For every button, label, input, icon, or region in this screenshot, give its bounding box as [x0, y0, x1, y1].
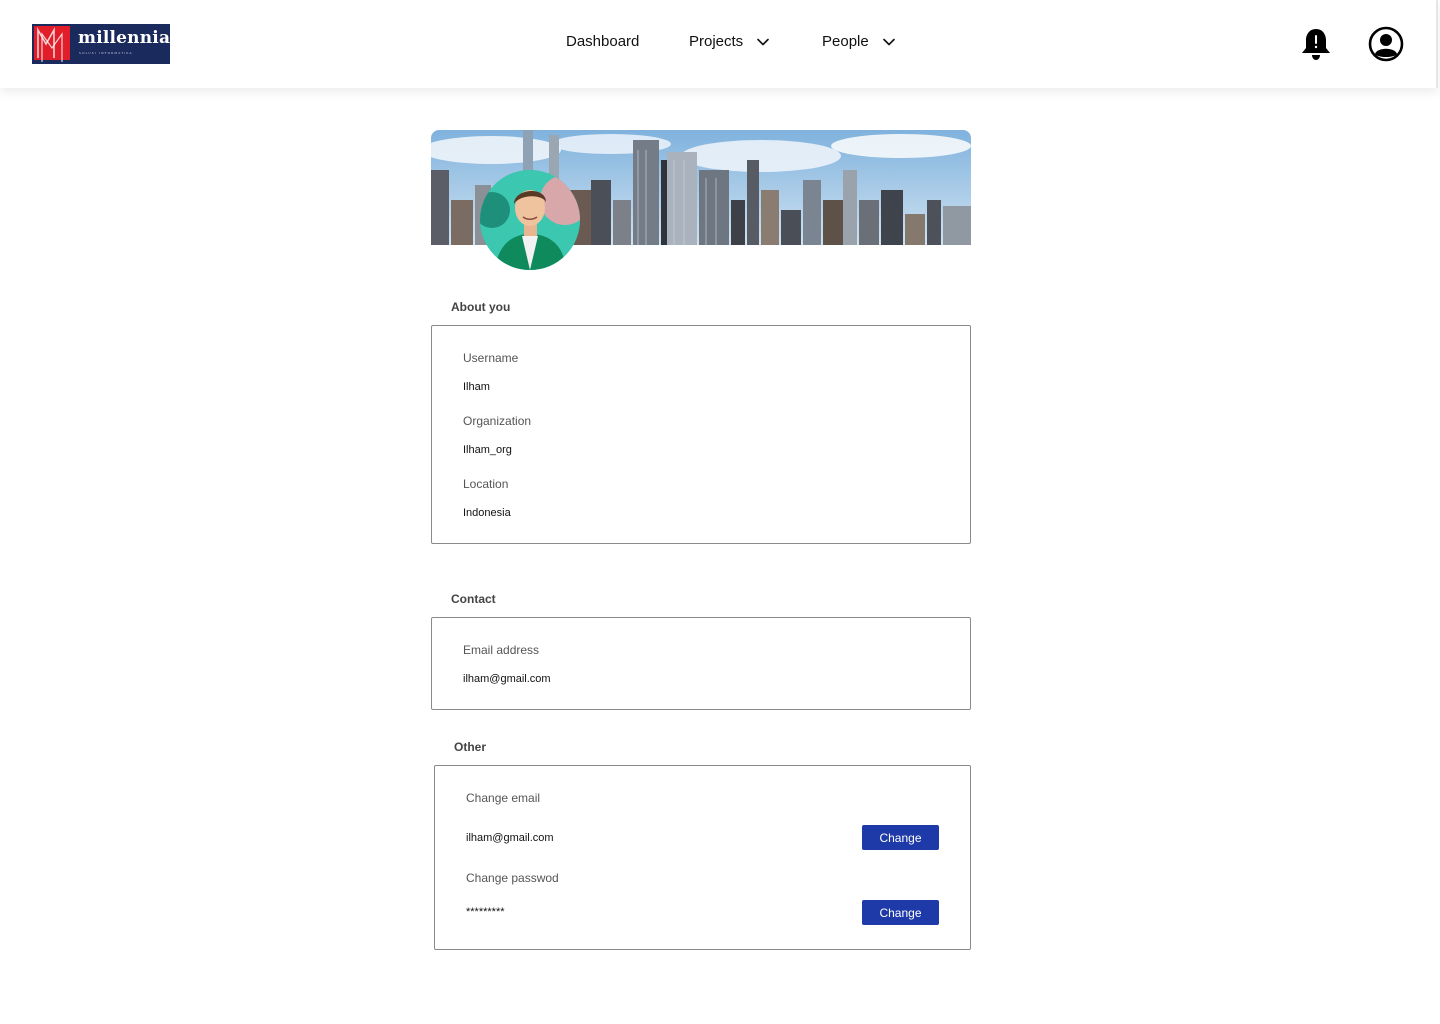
- contact-card: Email address ilham@gmail.com: [431, 617, 971, 710]
- organization-value: Ilham_org: [463, 444, 512, 456]
- nav-people[interactable]: People: [822, 33, 897, 50]
- top-navigation-bar: millennia SOLUSI INFORMATIKA Dashboard P…: [0, 0, 1438, 88]
- location-label: Location: [463, 477, 509, 491]
- profile-avatar[interactable]: [480, 170, 580, 270]
- section-title-contact: Contact: [451, 592, 496, 606]
- location-value: Indonesia: [463, 507, 511, 519]
- nav-projects[interactable]: Projects: [689, 33, 771, 50]
- chevron-down-icon: [757, 38, 769, 45]
- other-card: Change email ilham@gmail.com Change Chan…: [434, 765, 971, 950]
- nav-people-label: People: [822, 33, 869, 50]
- nav-projects-label: Projects: [689, 33, 744, 50]
- current-email-value: ilham@gmail.com: [466, 832, 554, 844]
- change-password-button[interactable]: Change: [862, 900, 939, 925]
- organization-label: Organization: [463, 414, 532, 428]
- brand-name: millennia: [78, 28, 170, 48]
- chevron-down-icon: [882, 38, 895, 45]
- username-value: Ilham: [463, 381, 490, 393]
- change-email-label: Change email: [466, 791, 541, 805]
- brand-logo-mark-icon: [32, 24, 74, 64]
- nav-dashboard-label: Dashboard: [566, 33, 640, 50]
- bell-icon[interactable]: [1300, 27, 1332, 61]
- password-masked-value: *********: [466, 906, 505, 918]
- brand-logo[interactable]: millennia SOLUSI INFORMATIKA: [32, 24, 170, 64]
- profile-photo-image: [480, 170, 580, 270]
- nav-dashboard[interactable]: Dashboard: [566, 33, 639, 50]
- change-password-label: Change passwod: [466, 871, 559, 885]
- brand-tagline: SOLUSI INFORMATIKA: [79, 51, 133, 55]
- email-address-label: Email address: [463, 643, 540, 657]
- username-label: Username: [463, 351, 519, 365]
- user-circle-icon[interactable]: [1368, 26, 1404, 62]
- change-email-button[interactable]: Change: [862, 825, 939, 850]
- section-title-other: Other: [454, 740, 487, 754]
- email-address-value: ilham@gmail.com: [463, 673, 551, 685]
- section-title-about: About you: [451, 300, 511, 314]
- about-card: Username Ilham Organization Ilham_org Lo…: [431, 325, 971, 544]
